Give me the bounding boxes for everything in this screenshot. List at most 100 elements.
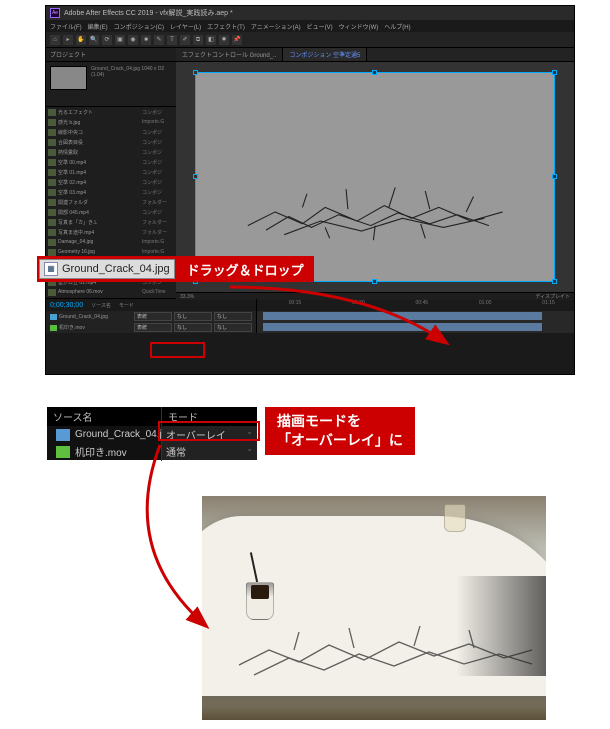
asset-row[interactable]: 空準 03.mp4コンポジ [46,187,176,197]
layer-name: Ground_Crack_04.jpg [59,314,132,320]
shape-tool-icon[interactable]: ■ [141,35,151,45]
menu-window[interactable]: ウィンドウ(W) [339,22,379,31]
menu-layer[interactable]: レイヤー(L) [170,22,201,31]
asset-row[interactable]: 線影中央ココンポジ [46,127,176,137]
asset-row[interactable]: Damage_04.jpgImporte.G [46,237,176,247]
asset-row[interactable]: 空準 00.mp4コンポジ [46,157,176,167]
asset-type-icon [48,139,56,146]
asset-thumbnail [50,66,87,90]
asset-row[interactable]: 光るエフェクトコンポジ [46,107,176,117]
asset-row[interactable]: 合図表目役コンポジ [46,137,176,147]
camera-tool-icon[interactable]: ▣ [115,35,125,45]
asset-type-icon [48,119,56,126]
asset-row[interactable]: 関部 045.mp4コンポジ [46,207,176,217]
asset-name: 写真ま「カ」き.L [58,219,140,226]
type-tool-icon[interactable]: T [167,35,177,45]
layer-icon [56,429,70,441]
asset-row[interactable]: 写真ま「カ」き.Lフォルダー [46,217,176,227]
app-icon: Ae [50,8,60,18]
asset-name: 線影中央コ [58,129,140,136]
layer-name: 机印き.mov [59,324,132,331]
layer-mode[interactable]: 表統 [134,312,172,321]
layer-mode[interactable]: 表統 [134,323,172,332]
selection-tool-icon[interactable]: ▸ [63,35,73,45]
arrow-to-result [130,440,230,640]
layer-color-icon [50,325,57,331]
menu-composition[interactable]: コンポジション(C) [114,22,164,31]
layer-name: Ground_Crack_04.jpg [73,429,175,440]
menu-file[interactable]: ファイル(F) [50,22,82,31]
search-row[interactable] [46,97,176,107]
asset-type: コンポジ [142,179,174,186]
asset-type: コンポジ [142,139,174,146]
asset-type-icon [48,149,56,156]
comp-tab-b[interactable]: コンポジション 空準定通5 [283,48,367,61]
puppet-tool-icon[interactable]: 📌 [232,35,242,45]
asset-row[interactable] [46,297,176,298]
asset-type-icon [48,109,56,116]
asset-row[interactable]: 関連フォルダフォルダー [46,197,176,207]
asset-type-icon [48,239,56,246]
layer-trkmat[interactable]: なし [174,323,212,332]
home-icon[interactable]: ⌂ [50,35,60,45]
callout-drag-drop: ▦ Ground_Crack_04.jpg ドラッグ＆ドロップ [37,256,314,282]
asset-row[interactable]: 感光 b.jpgImporte.G [46,117,176,127]
asset-name: 光るエフェクト [58,109,140,116]
asset-name: 感光 b.jpg [58,119,140,126]
menu-help[interactable]: ヘルプ(H) [384,22,410,31]
layer-icon [56,446,70,458]
brush-tool-icon[interactable]: ✐ [180,35,190,45]
asset-type: コンポジ [142,129,174,136]
layer-trkmat[interactable]: なし [174,312,212,321]
mode-header-source: ソース名 [47,407,162,426]
clone-tool-icon[interactable]: ⧉ [193,35,203,45]
zoom-tool-icon[interactable]: 🔍 [89,35,99,45]
rotate-tool-icon[interactable]: ⟳ [102,35,112,45]
thumbnail-area: Ground_Crack_04.jpg 1040 x D2 (1.04) [46,62,176,97]
asset-row[interactable]: 空準 02.mp4コンポジ [46,177,176,187]
asset-type: コンポジ [142,209,174,216]
asset-name: Geometry 16.jpg [58,249,140,255]
hand-tool-icon[interactable]: ✋ [76,35,86,45]
asset-name: 熱情彙取 [58,149,140,156]
menu-edit[interactable]: 編集(E) [88,22,108,31]
asset-row[interactable]: 写真ま途中.mp4フォルダー [46,227,176,237]
menu-animation[interactable]: アニメーション(A) [251,22,301,31]
viewer-canvas[interactable] [195,72,555,282]
asset-type: QuickTime [142,289,174,295]
timecode[interactable]: 0;00;30;00 [50,302,83,309]
asset-type-icon [48,199,56,206]
asset-row[interactable]: 熱情彙取コンポジ [46,147,176,157]
file-chip[interactable]: ▦ Ground_Crack_04.jpg [39,259,175,279]
title-bar: Ae Adobe After Effects CC 2019 - vfx解説_実… [46,6,574,20]
asset-type-icon [48,229,56,236]
asset-row[interactable]: Atmosphere 06.movQuickTime [46,287,176,297]
asset-type-icon [48,159,56,166]
comp-tabs: エフェクトコントロール Ground_.. コンポジション 空準定通5 [176,48,574,62]
asset-type: コンポジ [142,169,174,176]
asset-name: 合図表目役 [58,139,140,146]
callout2-line1: 描画モードを [277,413,361,429]
panbehind-tool-icon[interactable]: ◉ [128,35,138,45]
asset-type: コンポジ [142,159,174,166]
pen-tool-icon[interactable]: ✎ [154,35,164,45]
comp-tab-a[interactable]: エフェクトコントロール Ground_.. [176,48,283,61]
menu-view[interactable]: ビュー(V) [307,22,333,31]
asset-type-icon [48,179,56,186]
asset-name: 空準 02.mp4 [58,179,140,186]
layer-color-icon [50,314,57,320]
result-preview [202,496,546,720]
callout-overlay-mode: 描画モードを 「オーバーレイ」に [265,407,415,455]
thumbnail-info: Ground_Crack_04.jpg 1040 x D2 (1.04) [89,64,174,95]
image-file-icon: ▦ [44,262,58,276]
asset-row[interactable]: 空準 01.mp4コンポジ [46,167,176,177]
asset-type: フォルダー [142,199,174,206]
asset-type: コンポジ [142,189,174,196]
dragged-filename: Ground_Crack_04.jpg [62,263,170,275]
asset-type-icon [48,219,56,226]
eraser-tool-icon[interactable]: ◧ [206,35,216,45]
roto-tool-icon[interactable]: ✸ [219,35,229,45]
menu-effect[interactable]: エフェクト(T) [207,22,245,31]
asset-type: フォルダー [142,219,174,226]
project-tab[interactable]: プロジェクト [46,48,176,62]
